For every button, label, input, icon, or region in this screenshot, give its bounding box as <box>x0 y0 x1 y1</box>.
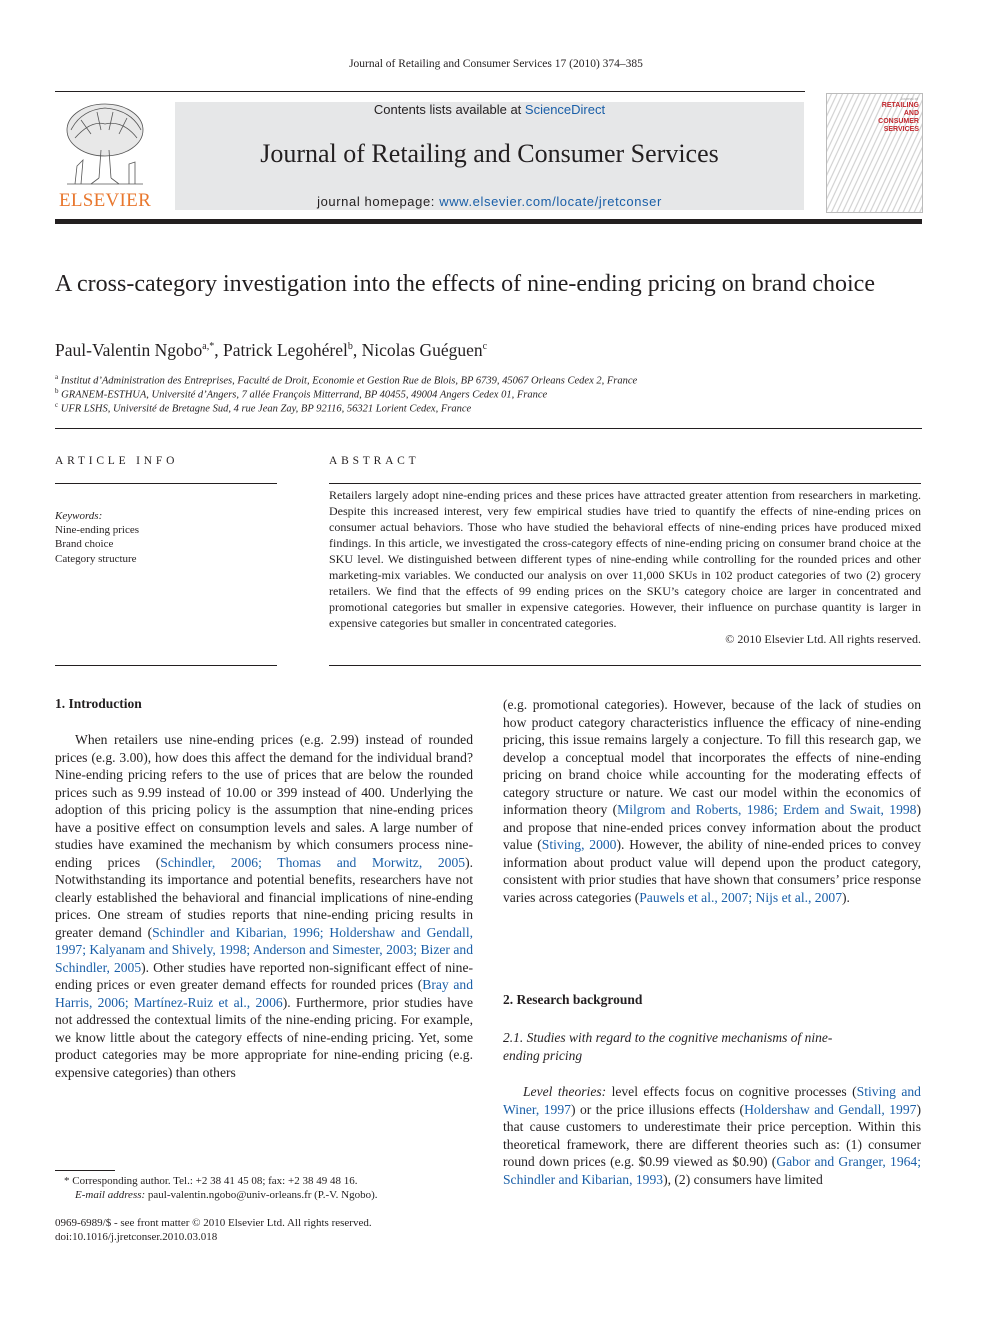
email-address[interactable]: paul-valentin.ngobo@univ-orleans.fr (P.-… <box>145 1189 378 1201</box>
affiliation-sup: a <box>55 373 59 381</box>
body-text: ), (2) consumers have limited <box>663 1171 823 1187</box>
doi[interactable]: doi:10.1016/j.jretconser.2010.03.018 <box>55 1230 217 1245</box>
cover-line: AND <box>903 110 919 117</box>
citation-link[interactable]: Milgrom and Roberts, 1986; Erdem and Swa… <box>617 802 916 817</box>
cover-small-text: Journal of <box>900 96 918 101</box>
email-note: E-mail address: paul-valentin.ngobo@univ… <box>75 1188 378 1203</box>
journal-masthead: Contents lists available at ScienceDirec… <box>175 102 804 210</box>
abstract-heading: ABSTRACT <box>329 455 420 467</box>
abstract-text: Retailers largely adopt nine-ending pric… <box>329 488 921 630</box>
body-text: ) or the price illusions effects ( <box>570 1101 745 1117</box>
elsevier-wordmark: ELSEVIER <box>58 190 152 211</box>
author-name[interactable]: Nicolas Guéguen <box>362 340 483 360</box>
body-column-left: When retailers use nine-ending prices (e… <box>55 731 473 1136</box>
body-text: level effects focus on cognitive process… <box>606 1084 857 1099</box>
affiliation-text: GRANEM-ESTHUA, Université d’Angers, 7 al… <box>61 389 548 401</box>
introduction-paragraph: When retailers use nine-ending prices (e… <box>55 731 473 1081</box>
masthead-bottom-rule <box>55 219 922 224</box>
front-matter-note: 0969-6989/$ - see front matter © 2010 El… <box>55 1217 372 1229</box>
research-background-paragraph: Level theories: level effects focus on c… <box>503 1083 921 1188</box>
body-text: Level theories: <box>523 1084 607 1099</box>
running-head: Journal of Retailing and Consumer Servic… <box>349 58 643 70</box>
elsevier-logo[interactable]: ELSEVIER <box>55 100 155 212</box>
journal-cover-thumbnail[interactable]: Journal of RETAILING AND CONSUMER SERVIC… <box>826 93 923 213</box>
elsevier-tree-icon <box>66 103 144 185</box>
author-list: Paul-Valentin Ngoboa,*, Patrick Legohére… <box>55 340 488 360</box>
email-label: E-mail address: <box>75 1189 146 1201</box>
body-text: ). <box>842 889 850 905</box>
footnote-rule <box>55 1170 115 1171</box>
homepage-prefix: journal homepage: <box>317 194 440 209</box>
affiliation-sup: b <box>55 387 59 395</box>
body-text: When retailers use nine-ending prices (e… <box>55 732 473 870</box>
cover-line: CONSUMER <box>878 118 919 125</box>
homepage-line: journal homepage: www.elsevier.com/locat… <box>175 194 804 209</box>
header-divider <box>55 428 922 429</box>
citation-link[interactable]: Schindler, 2006; Thomas and Morwitz, 200… <box>160 855 465 870</box>
keyword: Brand choice <box>55 538 114 550</box>
citation-link[interactable]: Pauwels et al., 2007; Nijs et al., 2007 <box>639 890 842 905</box>
citation-link[interactable]: Holdershaw and Gendall, 1997 <box>744 1102 916 1117</box>
abstract-body: Retailers largely adopt nine-ending pric… <box>329 487 921 647</box>
affiliation: c UFR LSHS, Université de Bretagne Sud, … <box>55 401 471 415</box>
journal-title: Journal of Retailing and Consumer Servic… <box>260 139 719 168</box>
section-heading-research-background: 2. Research background <box>503 992 643 1007</box>
masthead-top-rule <box>55 91 805 92</box>
corresponding-author-note: * Corresponding author. Tel.: +2 38 41 4… <box>64 1175 358 1187</box>
affiliation: a Institut d’Administration des Entrepri… <box>55 373 637 387</box>
article-title: A cross-category investigation into the … <box>55 271 875 297</box>
affiliation-text: Institut d’Administration des Entreprise… <box>60 375 638 387</box>
article-info-rule <box>55 483 277 484</box>
contents-line: Contents lists available at ScienceDirec… <box>175 102 804 117</box>
article-info-bottom-rule <box>55 665 277 666</box>
author-name[interactable]: Patrick Legohérel <box>223 340 348 360</box>
keyword: Category structure <box>55 553 137 565</box>
affiliation-sup: c <box>55 401 59 409</box>
abstract-rule <box>329 483 921 484</box>
affiliation-text: UFR LSHS, Université de Bretagne Sud, 4 … <box>60 403 472 415</box>
cover-line: RETAILING <box>881 102 919 109</box>
article-info-heading: ARTICLE INFO <box>55 455 179 467</box>
contents-prefix: Contents lists available at <box>373 102 525 117</box>
introduction-paragraph-continued: (e.g. promotional categories). However, … <box>503 696 921 906</box>
author-sup: a,* <box>202 341 215 353</box>
author-sup: b <box>347 341 353 353</box>
section-heading-introduction: 1. Introduction <box>55 696 142 711</box>
keywords-label: Keywords: <box>55 510 103 522</box>
body-text: (e.g. promotional categories). However, … <box>503 697 921 817</box>
abstract-bottom-rule <box>329 665 921 666</box>
subsection-heading: 2.1. Studies with regard to the cognitiv… <box>503 1030 833 1063</box>
abstract-copyright: © 2010 Elsevier Ltd. All rights reserved… <box>725 632 921 646</box>
affiliation: b GRANEM-ESTHUA, Université d’Angers, 7 … <box>55 387 547 401</box>
keyword: Nine-ending prices <box>55 524 139 536</box>
body-column-right-continued: (e.g. promotional categories). However, … <box>503 696 921 961</box>
cover-line: SERVICES <box>883 126 919 133</box>
sciencedirect-link[interactable]: ScienceDirect <box>525 102 605 117</box>
citation-link[interactable]: Stiving, 2000 <box>542 837 617 852</box>
cover-title: RETAILING AND CONSUMER SERVICES <box>859 102 919 134</box>
author-name[interactable]: Paul-Valentin Ngobo <box>55 340 202 360</box>
body-column-right-section2: Level theories: level effects focus on c… <box>503 1083 921 1208</box>
homepage-link[interactable]: www.elsevier.com/locate/jretconser <box>439 194 662 209</box>
author-sup: c <box>482 341 488 353</box>
